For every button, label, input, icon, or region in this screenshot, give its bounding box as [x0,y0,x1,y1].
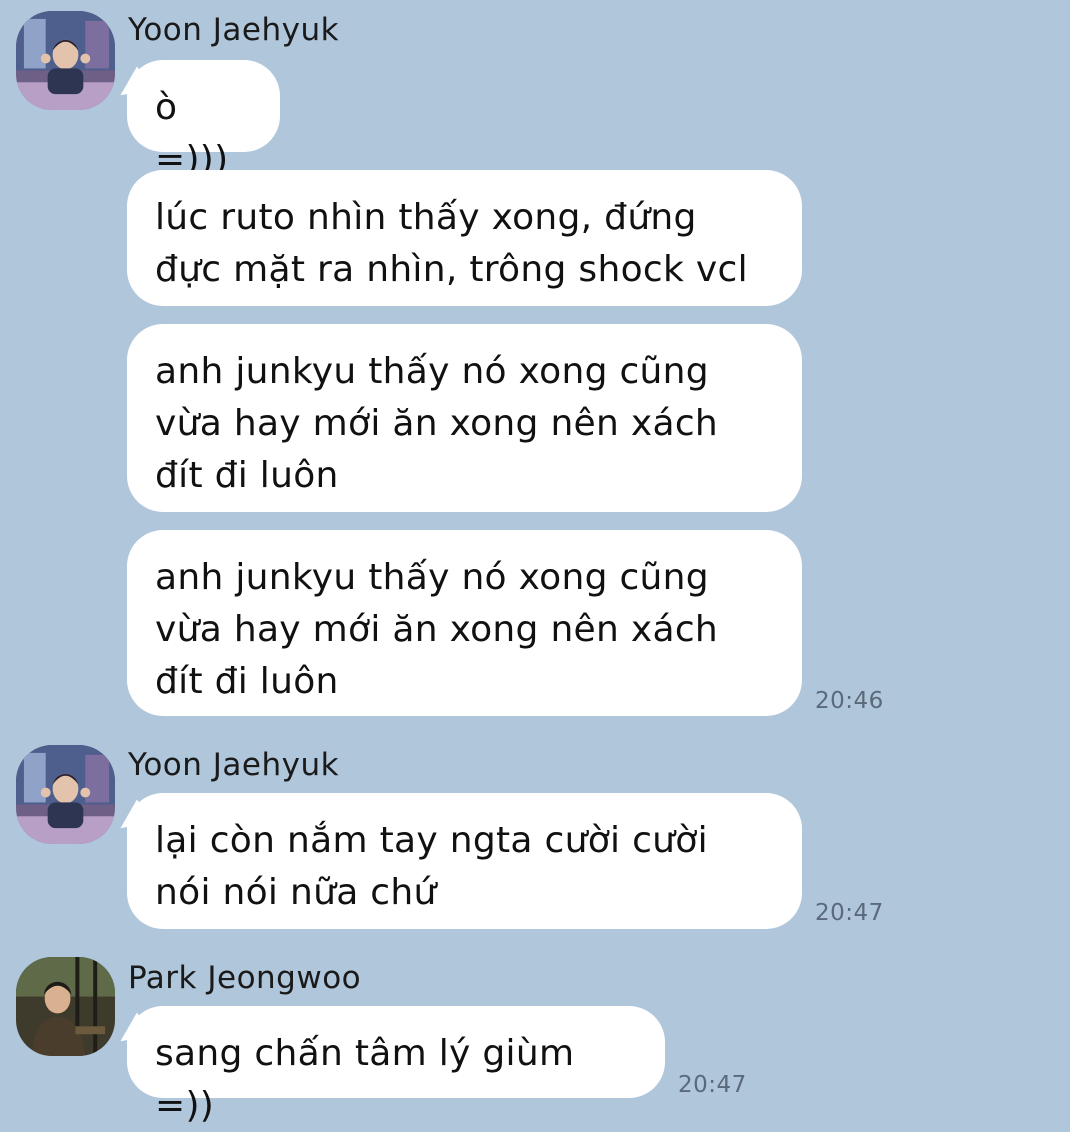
message-text: sang chấn tâm lý giùm =)) [155,1033,575,1126]
message-bubble[interactable]: lúc ruto nhìn thấy xong, đứng đực mặt ra… [127,170,802,306]
message-text: anh junkyu thấy nó xong cũng vừa hay mới… [155,557,719,702]
sender-name: Park Jeongwoo [128,960,362,996]
avatar-yoon-jaehyuk[interactable] [16,745,115,844]
message-text: anh junkyu thấy nó xong cũng vừa hay mới… [155,351,719,496]
sender-name: Yoon Jaehyuk [128,747,340,783]
profile-photo-icon [16,957,115,1056]
message-bubble[interactable]: anh junkyu thấy nó xong cũng vừa hay mới… [127,324,802,512]
profile-photo-icon [16,745,115,844]
message-timestamp: 20:46 [815,688,884,714]
message-bubble[interactable]: lại còn nắm tay ngta cười cười nói nói n… [127,793,802,929]
profile-photo-icon [16,11,115,110]
avatar-park-jeongwoo[interactable] [16,957,115,1056]
message-timestamp: 20:47 [815,900,884,926]
message-text: lại còn nắm tay ngta cười cười nói nói n… [155,820,708,913]
message-timestamp: 20:47 [678,1072,747,1098]
message-bubble[interactable]: anh junkyu thấy nó xong cũng vừa hay mới… [127,530,802,716]
message-bubble[interactable]: ò =))) [127,60,280,180]
message-bubble[interactable]: sang chấn tâm lý giùm =)) [127,1006,665,1126]
message-text: ò =))) [155,87,229,180]
message-text: lúc ruto nhìn thấy xong, đứng đực mặt ra… [155,197,748,290]
avatar-yoon-jaehyuk[interactable] [16,11,115,110]
sender-name: Yoon Jaehyuk [128,12,340,48]
